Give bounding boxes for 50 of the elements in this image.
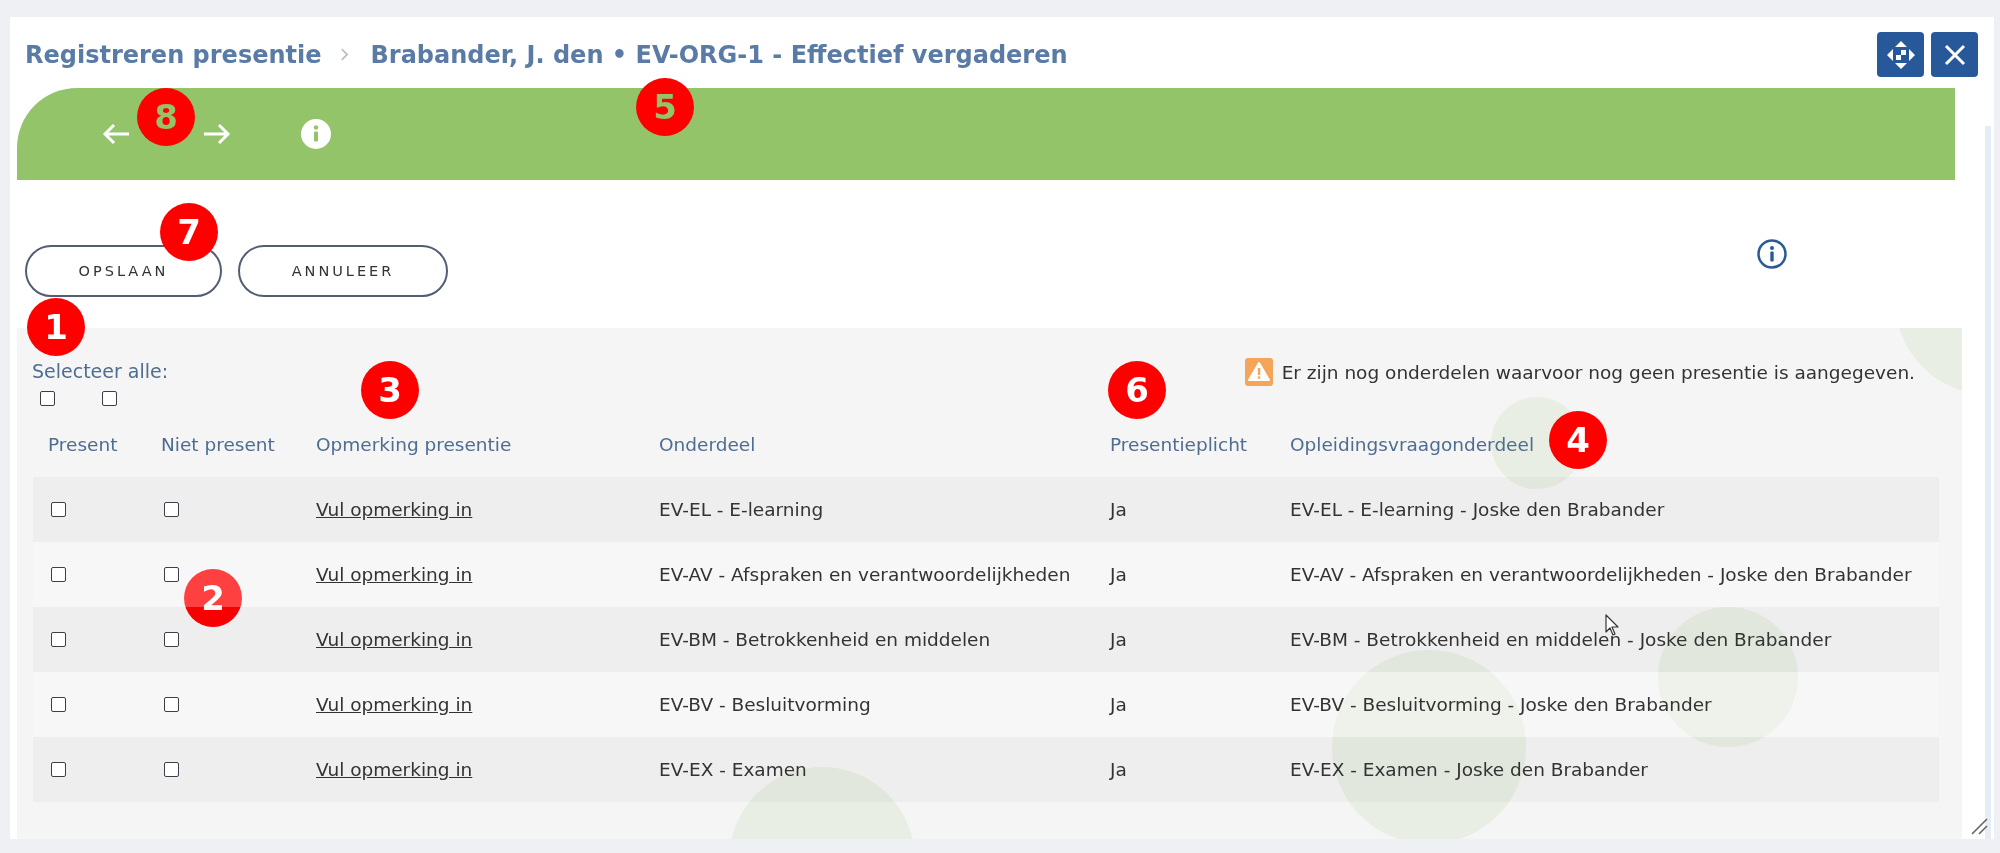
move-button[interactable] [1877,32,1924,77]
info-icon[interactable] [1757,239,1787,269]
table-cell: EV-EL - E-learning - Joske den Brabander [1290,499,1665,520]
checkbox[interactable] [51,697,66,712]
warning-message: Er zijn nog onderdelen waarvoor nog geen presentie is aangegeven. [1281,361,1915,383]
table-cell: Ja [1110,564,1127,585]
comment-link[interactable]: Vul opmerking in [316,564,473,585]
table-cell: EV-AV - Afspraken en verantwoordelijkheden - Joske den Brabander [1290,564,1912,585]
column-header: Onderdeel [659,433,756,455]
checkbox[interactable] [51,762,66,777]
checkbox[interactable] [51,632,66,647]
table-cell: EV-EX - Examen [659,759,807,780]
dialog-title: Brabander, J. den • EV-ORG-1 - Effectief vergaderen [370,40,1068,69]
breadcrumb-link[interactable]: Registreren presentie [25,40,322,69]
save-button[interactable]: OPSLAAN [25,244,222,297]
checkbox[interactable] [164,567,179,582]
checkbox[interactable] [51,567,66,582]
checkbox[interactable] [40,391,55,406]
select-all-label: Selecteer alle: [32,359,169,384]
column-header: Present [48,433,118,455]
table-cell: EV-AV - Afspraken en verantwoordelijkheden [659,564,1071,585]
table-cell: EV-BM - Betrokkenheid en middelen [659,629,991,650]
comment-link[interactable]: Vul opmerking in [316,629,473,650]
column-header: Niet present [161,433,275,455]
close-icon [1942,42,1967,67]
table-cell: EV-BV - Besluitvorming [659,694,871,715]
chevron-right-icon [339,48,349,61]
column-header: Presentieplicht [1110,433,1248,455]
checkbox[interactable] [164,762,179,777]
table-cell: EV-EX - Examen - Joske den Brabander [1290,759,1648,780]
checkbox[interactable] [102,391,117,406]
column-header: Opmerking presentie [316,433,512,455]
warning-icon [1244,358,1273,386]
comment-link[interactable]: Vul opmerking in [316,694,473,715]
table-cell: Ja [1110,629,1127,650]
table-cell: Ja [1110,694,1127,715]
close-button[interactable] [1931,32,1978,77]
checkbox[interactable] [164,697,179,712]
table-cell: Ja [1110,759,1127,780]
checkbox[interactable] [164,632,179,647]
column-header: Opleidingsvraagonderdeel [1290,433,1535,455]
table-cell: EV-BV - Besluitvorming - Joske den Brabander [1290,694,1712,715]
checkbox[interactable] [164,502,179,517]
table-cell: EV-EL - E-learning [659,499,824,520]
cancel-button[interactable]: ANNULEER [238,244,448,297]
comment-link[interactable]: Vul opmerking in [316,499,473,520]
checkbox[interactable] [51,502,66,517]
table-cell: EV-BM - Betrokkenheid en middelen - Joske den Brabander [1290,629,1832,650]
table-cell: Ja [1110,499,1127,520]
comment-link[interactable]: Vul opmerking in [316,759,473,780]
